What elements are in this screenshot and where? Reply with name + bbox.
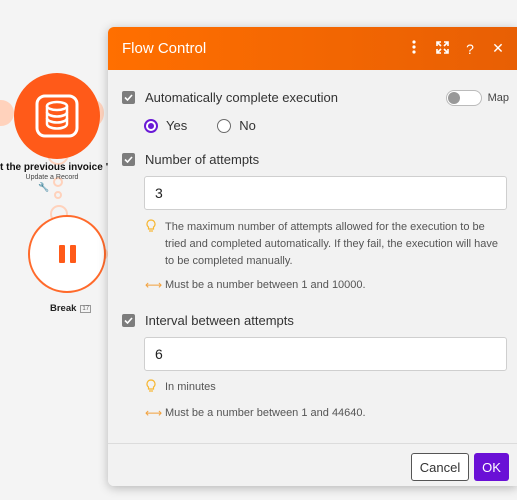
- cancel-button[interactable]: Cancel: [411, 453, 469, 481]
- database-icon: [35, 94, 79, 138]
- break-label-text: Break: [50, 303, 77, 314]
- map-switch[interactable]: [445, 90, 482, 106]
- close-icon[interactable]: ✕: [491, 40, 505, 57]
- dialog-body: Automatically complete execution Map Yes…: [108, 70, 517, 443]
- flow-control-dialog: Flow Control ? ✕ Automatically complete …: [108, 27, 517, 486]
- attempts-range-text: Must be a number between 1 and 10000.: [165, 279, 366, 291]
- interval-range-text: Must be a number between 1 and 44640.: [165, 407, 366, 419]
- attempts-range: ⟷ Must be a number between 1 and 10000.: [145, 277, 505, 294]
- data-store-module[interactable]: [14, 73, 100, 159]
- radio-no-label[interactable]: No: [239, 118, 256, 133]
- interval-range: ⟷ Must be a number between 1 and 44640.: [145, 405, 505, 422]
- wrench-icon[interactable]: 🔧: [38, 182, 49, 193]
- radio-yes-label[interactable]: Yes: [166, 118, 187, 133]
- lightbulb-icon: [145, 379, 157, 397]
- radio-no[interactable]: [217, 118, 232, 133]
- attempts-hint: The maximum number of attempts allowed f…: [145, 219, 505, 270]
- module-label: t the previous invoice "close: [0, 162, 118, 173]
- module-sublabel: Update a Record: [25, 174, 79, 181]
- module-id-badge: 17: [80, 304, 92, 313]
- connector-dot: [54, 191, 62, 199]
- interval-label: Interval between attempts: [145, 313, 294, 328]
- lightbulb-icon: [145, 219, 157, 270]
- interval-hint: In minutes: [145, 379, 505, 397]
- range-arrows-icon: ⟷: [145, 406, 163, 420]
- auto-complete-row: Automatically complete execution: [122, 90, 338, 105]
- dialog-title: Flow Control: [122, 40, 207, 57]
- pause-icon: [58, 245, 76, 263]
- interval-row: Interval between attempts: [122, 313, 294, 328]
- attempts-hint-text: The maximum number of attempts allowed f…: [165, 221, 499, 267]
- interval-hint-text: In minutes: [165, 381, 216, 393]
- dialog-footer: Cancel OK: [108, 443, 517, 486]
- attempts-input[interactable]: 3: [144, 176, 507, 210]
- range-arrows-icon: ⟷: [145, 278, 163, 292]
- attempts-checkbox[interactable]: [122, 153, 135, 166]
- auto-complete-checkbox[interactable]: [122, 91, 135, 104]
- attempts-label: Number of attempts: [145, 152, 260, 167]
- help-icon[interactable]: ?: [463, 41, 477, 57]
- connector-stub-left: [0, 100, 14, 126]
- interval-checkbox[interactable]: [122, 314, 135, 327]
- more-vertical-icon[interactable]: [407, 40, 421, 57]
- map-toggle[interactable]: Map: [445, 90, 509, 106]
- expand-icon[interactable]: [435, 40, 449, 57]
- radio-yes[interactable]: [144, 118, 158, 133]
- auto-complete-options: Yes No: [144, 118, 256, 133]
- break-module[interactable]: [28, 215, 106, 293]
- map-label: Map: [487, 92, 509, 104]
- attempts-row: Number of attempts: [122, 152, 259, 167]
- break-label: Break 17: [50, 303, 92, 314]
- ok-button[interactable]: OK: [474, 453, 509, 481]
- dialog-header: Flow Control ? ✕: [108, 27, 517, 70]
- interval-input[interactable]: 6: [144, 337, 507, 371]
- auto-complete-label: Automatically complete execution: [145, 90, 338, 105]
